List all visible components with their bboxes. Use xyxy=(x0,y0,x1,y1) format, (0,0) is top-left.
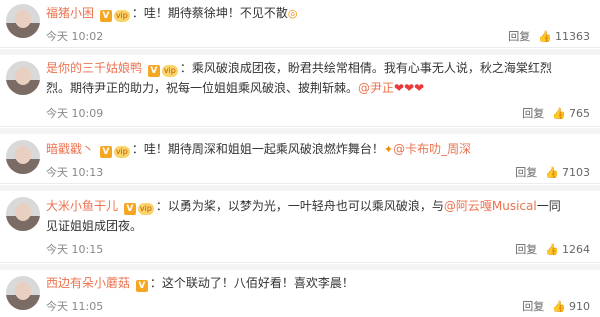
like-button[interactable]: 👍 7103 xyxy=(545,166,590,179)
comment-text-line2: 烈。期待尹正的助力，祝每一位姐姐乘风破浪、披荆斩棘。 xyxy=(46,81,359,95)
comment-body: 大米小鱼干儿 Vvip ：以勇为桨，以梦为光，一叶轻舟也可以乘风破浪，与@阿云嘎M… xyxy=(46,199,561,215)
like-button[interactable]: 👍 910 xyxy=(552,300,590,313)
comment-feed: 福猪小困 Vvip ：哇！期待蔡徐坤！不见不散◎ 今天 10:02 回复 👍 113… xyxy=(0,0,600,317)
like-count: 7103 xyxy=(562,165,590,179)
comment-actions: 回复 👍 1264 xyxy=(515,241,590,257)
thumb-up-icon: 👍 xyxy=(538,29,552,43)
reply-button[interactable]: 回复 xyxy=(515,241,537,257)
comment-text: 哇！期待蔡徐坤！不见不散 xyxy=(143,6,288,20)
timestamp: 今天 10:13 xyxy=(46,166,104,179)
comment-actions: 回复 👍 765 xyxy=(522,105,590,121)
timestamp: 今天 10:09 xyxy=(46,107,104,120)
member-badge-icon: vip xyxy=(113,146,130,158)
comment-body: 西边有朵小蘑菇 V ：这个联动了！八佰好看！喜欢李晨！ xyxy=(46,276,354,292)
thumb-up-icon: 👍 xyxy=(552,106,566,120)
like-count: 910 xyxy=(569,299,590,313)
mention-link[interactable]: @阿云嘎Musical xyxy=(444,199,537,213)
reply-button[interactable]: 回复 xyxy=(508,28,530,44)
comment-text-line1: 乘风破浪成团夜，盼君共绘常相倩。我有心事无人说，秋之海棠红烈 xyxy=(191,61,552,75)
comment-text-line1b: 一同 xyxy=(536,199,561,213)
like-button[interactable]: 👍 1264 xyxy=(545,243,590,256)
comment-text: 哇！期待周深和姐姐一起乘风破浪燃炸舞台！ xyxy=(143,142,384,156)
member-badge-icon: vip xyxy=(161,65,178,77)
username[interactable]: 暗戳戳丶 xyxy=(46,142,94,156)
comment-actions: 回复 👍 910 xyxy=(522,298,590,314)
comment-actions: 回复 👍 7103 xyxy=(515,164,590,180)
like-count: 1264 xyxy=(562,242,590,256)
avatar[interactable] xyxy=(6,61,40,95)
like-count: 765 xyxy=(569,106,590,120)
reply-button[interactable]: 回复 xyxy=(522,105,544,121)
comment-text-line2: 见证姐姐成团夜。 xyxy=(46,219,143,233)
comment-body-cont: 烈。期待尹正的助力，祝每一位姐姐乘风破浪、披荆斩棘。@尹正❤❤❤ xyxy=(46,79,590,97)
mention-link[interactable]: @卡布叻_周深 xyxy=(393,142,471,156)
member-badge-icon: vip xyxy=(137,203,154,215)
reply-button[interactable]: 回复 xyxy=(522,298,544,314)
avatar[interactable] xyxy=(6,197,40,231)
verified-icon: V xyxy=(99,146,112,158)
like-button[interactable]: 👍 765 xyxy=(552,107,590,120)
comment-item: 大米小鱼干儿 Vvip ：以勇为桨，以梦为光，一叶轻舟也可以乘风破浪，与@阿云嘎M… xyxy=(0,191,600,263)
comment-item: 西边有朵小蘑菇 V ：这个联动了！八佰好看！喜欢李晨！ 今天 11:05 回复 👍… xyxy=(0,270,600,317)
verified-icon: V xyxy=(135,280,148,292)
like-button[interactable]: 👍 11363 xyxy=(538,30,590,43)
comment-body: 是你的三千姑娘鸭 Vvip ：乘风破浪成团夜，盼君共绘常相倩。我有心事无人说，秋之… xyxy=(46,61,552,77)
verified-icon: V xyxy=(147,65,160,77)
comment-actions: 回复 👍 11363 xyxy=(508,28,590,44)
username[interactable]: 是你的三千姑娘鸭 xyxy=(46,61,142,75)
surprise-emoji-icon: ◎ xyxy=(287,7,298,20)
username[interactable]: 福猪小困 xyxy=(46,6,94,20)
cheer-emoji-icon: ✦ xyxy=(383,143,394,156)
verified-icon: V xyxy=(123,203,136,215)
verified-icon: V xyxy=(99,10,112,22)
comment-body: 暗戳戳丶 Vvip ：哇！期待周深和姐姐一起乘风破浪燃炸舞台！✦@卡布叻_周深 xyxy=(46,142,472,158)
timestamp: 今天 11:05 xyxy=(46,300,104,313)
username[interactable]: 大米小鱼干儿 xyxy=(46,199,118,213)
timestamp: 今天 10:02 xyxy=(46,30,104,43)
username[interactable]: 西边有朵小蘑菇 xyxy=(46,276,130,290)
comment-item: 是你的三千姑娘鸭 Vvip ：乘风破浪成团夜，盼君共绘常相倩。我有心事无人说，秋之… xyxy=(0,55,600,127)
avatar[interactable] xyxy=(6,4,40,38)
like-count: 11363 xyxy=(555,29,590,43)
thumb-up-icon: 👍 xyxy=(545,242,559,256)
reply-button[interactable]: 回复 xyxy=(515,164,537,180)
avatar[interactable] xyxy=(6,276,40,310)
comment-text: 这个联动了！八佰好看！喜欢李晨！ xyxy=(161,276,354,290)
comment-item: 暗戳戳丶 Vvip ：哇！期待周深和姐姐一起乘风破浪燃炸舞台！✦@卡布叻_周深 今… xyxy=(0,134,600,184)
heart-icons: ❤❤❤ xyxy=(394,81,425,95)
avatar[interactable] xyxy=(6,140,40,174)
comment-item: 福猪小困 Vvip ：哇！期待蔡徐坤！不见不散◎ 今天 10:02 回复 👍 113… xyxy=(0,0,600,48)
timestamp: 今天 10:15 xyxy=(46,243,104,256)
comment-text-line1: 以勇为桨，以梦为光，一叶轻舟也可以乘风破浪，与 xyxy=(167,199,444,213)
thumb-up-icon: 👍 xyxy=(545,165,559,179)
member-badge-icon: vip xyxy=(113,10,130,22)
comment-body-cont: 见证姐姐成团夜。 xyxy=(46,217,590,235)
mention-link[interactable]: @尹正 xyxy=(358,81,394,95)
comment-body: 福猪小困 Vvip ：哇！期待蔡徐坤！不见不散◎ xyxy=(46,6,298,22)
thumb-up-icon: 👍 xyxy=(552,299,566,313)
